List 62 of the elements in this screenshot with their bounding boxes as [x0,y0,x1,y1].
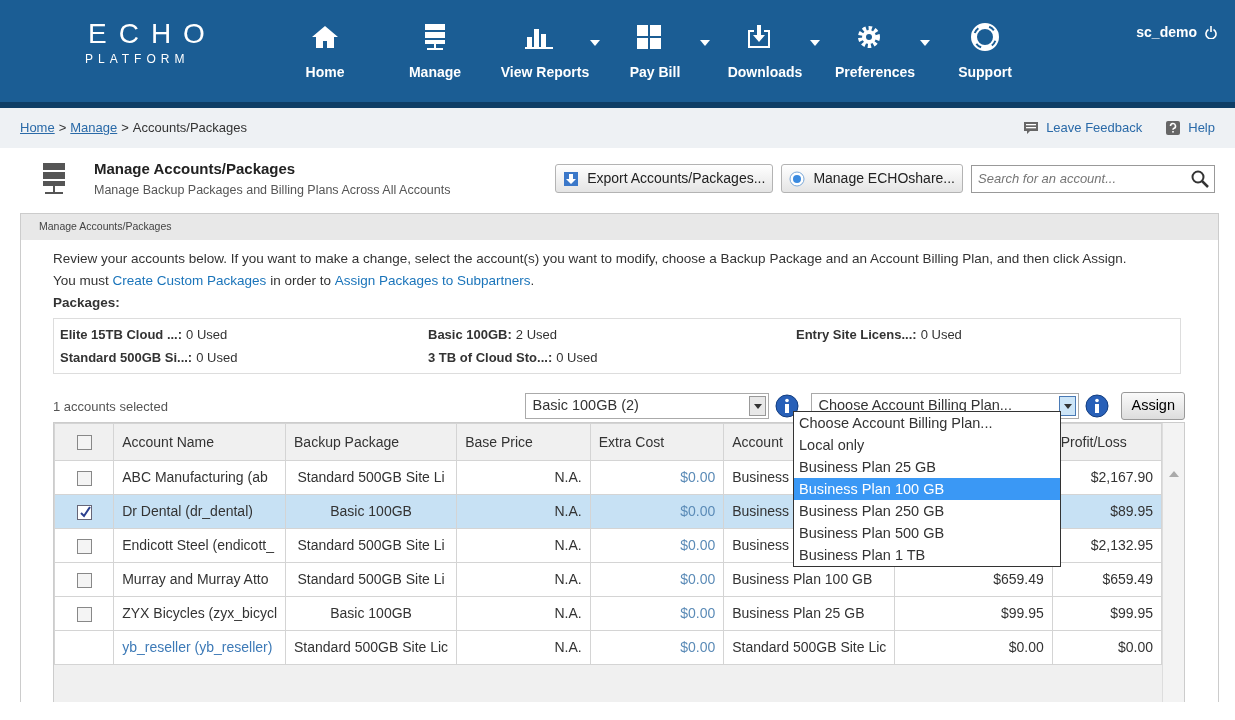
package-usage: 0 Used [920,326,962,344]
table-cell: Basic 100GB [330,503,412,519]
table-cell: Standard 500GB Site Li [297,571,445,587]
table-cell: N.A. [554,537,582,553]
package-usage: 0 Used [186,326,228,344]
table-cell: Business [732,503,790,519]
table-cell: $659.49 [1102,571,1154,587]
table-cell: $99.95 [1000,605,1044,621]
note-text: You must [53,272,110,290]
table-cell: $0.00 [1118,639,1154,655]
package-name: Entry Site Licens...: [796,326,917,344]
package-name: Standard 500GB Si...: [60,348,193,367]
packages-label: Packages: [53,294,121,312]
breadcrumb-separator: > [58,119,67,138]
table-cell: $0.00 [680,503,716,519]
intro-text: Review your accounts below. If you want to make a change, select the account(s) you want to modify, choose a Backup Package and an Account Billing Plan, and then click Assign. [53,250,1128,268]
table-cell: Basic 100GB [330,605,412,621]
table-cell: N.A. [554,605,582,621]
table-cell: N.A. [554,469,582,485]
note-text: in order to [269,272,332,290]
table-cell: $2,167.90 [1090,469,1154,485]
table-cell: $89.95 [1110,503,1154,519]
package-name: Basic 100GB: [428,326,512,344]
table-cell: N.A. [554,571,582,587]
table-cell: ZYX Bicycles (zyx_bicycl [122,605,277,621]
package-name: Elite 15TB Cloud ...: [60,326,183,344]
table-cell: $0.00 [680,469,716,485]
package-usage: 0 Used [556,348,598,367]
table-cell: $0.00 [680,571,716,587]
table-cell: N.A. [554,503,582,519]
package-usage: 0 Used [196,348,238,367]
table-cell: Standard 500GB Site Li [297,469,445,485]
breadcrumb-separator: > [121,119,129,138]
logo-title: ECHO [87,20,218,48]
table-cell: $0.00 [680,639,716,655]
table-cell: Murray and Murray Atto [122,571,269,587]
table-cell: $0.00 [680,537,716,553]
table-cell: Business Plan 100 GB [732,571,873,587]
table-cell: N.A. [554,639,582,655]
table-cell: $2,132.95 [1090,537,1154,553]
note-text: . [530,272,535,290]
table-cell: $0.00 [1008,639,1044,655]
table-cell: Dr Dental (dr_dental) [122,503,253,519]
table-cell: Standard 500GB Site Lic [732,639,887,655]
table-cell: Business [732,469,790,485]
table-cell: Standard 500GB Site Li [297,537,445,553]
breadcrumb-current: Accounts/Packages [132,119,248,138]
table-cell: $99.95 [1110,605,1154,621]
table-cell: Standard 500GB Site Lic [294,639,449,655]
package-usage: 2 Used [515,326,558,344]
page-subtitle: Manage Backup Packages and Billing Plans Across All Accounts [94,181,451,199]
selection-count: 1 accounts selected [53,397,168,416]
package-name: 3 TB of Cloud Sto...: [428,348,553,367]
table-cell: ABC Manufacturing (ab [122,469,268,485]
table-cell: $659.49 [993,571,1044,587]
table-cell: Business [732,537,790,553]
table-cell: Endicott Steel (endicott_ [122,537,274,553]
panel-title: Manage Accounts/Packages [21,214,1218,240]
table-cell: Business Plan 25 GB [732,605,865,621]
logo-subtitle: PLATFORM [84,51,191,68]
page-title: Manage Accounts/Packages [94,159,297,179]
table-cell: $0.00 [680,605,716,621]
